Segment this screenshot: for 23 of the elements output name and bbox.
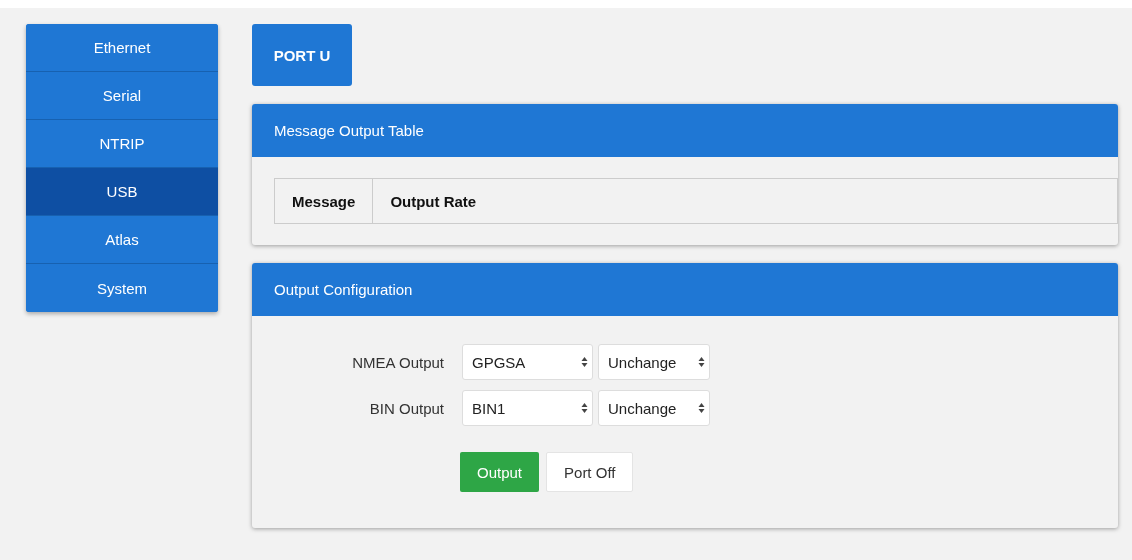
message-select[interactable]: GPGSA xyxy=(462,344,593,380)
rate-select[interactable]: Unchange xyxy=(598,390,710,426)
port-button[interactable]: PORT U xyxy=(252,24,352,86)
sidebar-item[interactable]: Serial xyxy=(26,72,218,120)
column-header: Output Rate xyxy=(373,179,1118,223)
sidebar-item[interactable]: Atlas xyxy=(26,216,218,264)
sidebar-item[interactable]: USB xyxy=(26,168,218,216)
sidebar-item[interactable]: System xyxy=(26,264,218,312)
message-select[interactable]: BIN1 xyxy=(462,390,593,426)
output-button[interactable]: Output xyxy=(460,452,540,492)
dropdown-caret-icon xyxy=(581,356,588,368)
card-title: Output Configuration xyxy=(252,263,1118,316)
rate-select[interactable]: Unchange xyxy=(598,344,710,380)
field-label: BIN Output xyxy=(368,399,444,417)
dropdown-caret-icon xyxy=(581,402,588,414)
dropdown-caret-icon xyxy=(698,356,705,368)
dropdown-caret-icon xyxy=(698,402,705,414)
field-label: NMEA Output xyxy=(351,353,444,371)
card-title: Message Output Table xyxy=(252,104,1118,157)
port-off-button[interactable]: Port Off xyxy=(546,452,634,492)
sidebar-item[interactable]: NTRIP xyxy=(26,120,218,168)
sidebar-item[interactable]: Ethernet xyxy=(26,24,218,72)
column-header: Message xyxy=(275,179,374,223)
